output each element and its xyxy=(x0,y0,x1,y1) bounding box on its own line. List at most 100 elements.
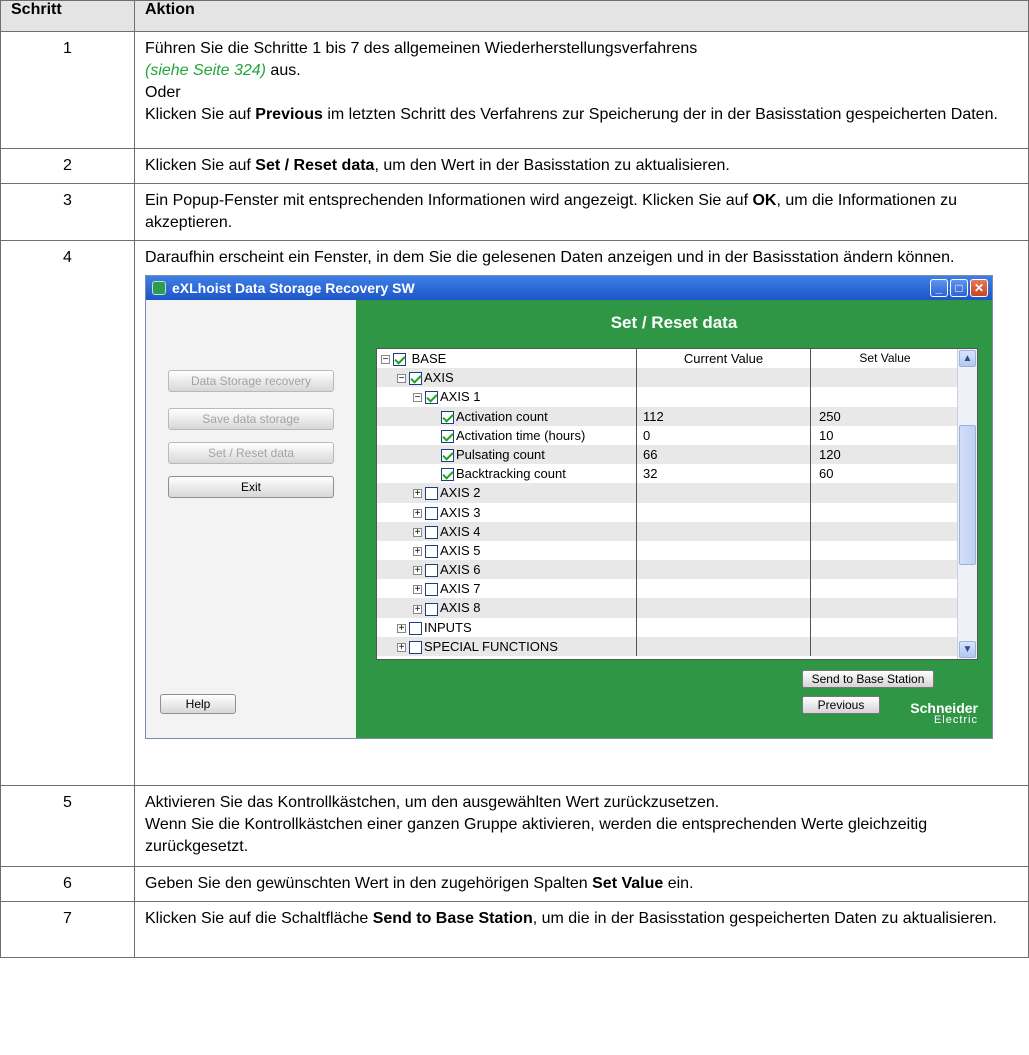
data-storage-recovery-button[interactable]: Data Storage recovery xyxy=(168,370,334,392)
save-data-storage-button[interactable]: Save data storage xyxy=(168,408,334,430)
step-keyword: Send to Base Station xyxy=(372,910,533,927)
set-value-cell[interactable] xyxy=(811,368,959,387)
checkbox[interactable] xyxy=(441,468,454,482)
collapse-icon[interactable]: − xyxy=(397,374,406,384)
grid-row: + AXIS 2 xyxy=(377,483,977,503)
step-action: Klicken Sie auf Set / Reset data, um den… xyxy=(134,148,1029,184)
tree-label: SPECIAL FUNCTIONS xyxy=(424,638,558,654)
maximize-icon[interactable]: □ xyxy=(950,279,968,297)
set-value-cell[interactable] xyxy=(811,637,959,656)
step-text: Klicken Sie auf xyxy=(145,157,256,174)
tree-label: AXIS 7 xyxy=(440,581,481,597)
tree-cell: + AXIS 8 xyxy=(377,598,637,618)
expand-icon[interactable]: + xyxy=(413,489,422,499)
step-text: , um den Wert in der Basisstation zu akt… xyxy=(374,157,730,174)
tree-label: INPUTS xyxy=(424,619,472,635)
step-action: Aktivieren Sie das Kontrollkästchen, um … xyxy=(134,785,1029,867)
checkbox[interactable] xyxy=(393,353,406,367)
set-value-cell[interactable]: 10 xyxy=(811,426,959,445)
set-value-cell[interactable] xyxy=(811,618,959,637)
step-number: 2 xyxy=(0,148,135,184)
set-value-cell[interactable] xyxy=(811,522,959,541)
step-text: Führen Sie die Schritte 1 bis 7 des allg… xyxy=(145,40,698,57)
checkbox[interactable] xyxy=(425,602,438,616)
checkbox[interactable] xyxy=(425,544,438,558)
expand-icon[interactable]: + xyxy=(413,585,422,595)
set-reset-data-button[interactable]: Set / Reset data xyxy=(168,442,334,464)
grid-row: + AXIS 5 xyxy=(377,540,977,561)
set-value-cell[interactable] xyxy=(811,483,959,502)
set-value-cell[interactable] xyxy=(811,579,959,598)
collapse-icon[interactable]: − xyxy=(381,355,390,365)
set-value-cell[interactable] xyxy=(811,560,959,579)
column-header-current: Current Value xyxy=(637,349,811,369)
grid-row: + AXIS 3 xyxy=(377,502,977,522)
step-text: Ein Popup-Fenster mit entsprechenden Inf… xyxy=(145,192,753,209)
expand-icon[interactable]: + xyxy=(413,604,422,614)
minimize-icon[interactable]: _ xyxy=(930,279,948,297)
close-icon[interactable]: ✕ xyxy=(970,279,988,297)
tree-cell: + AXIS 7 xyxy=(377,579,637,599)
tree-label: AXIS 5 xyxy=(440,542,481,558)
step-text: Wenn Sie die Kontrollkästchen einer ganz… xyxy=(145,816,928,855)
table-row: 3 Ein Popup-Fenster mit entsprechenden I… xyxy=(0,183,1029,241)
scroll-up-icon[interactable]: ▲ xyxy=(959,350,976,367)
checkbox[interactable] xyxy=(409,621,422,635)
expand-icon[interactable]: + xyxy=(413,527,422,537)
step-text: aus. xyxy=(265,62,301,79)
set-value-cell[interactable] xyxy=(811,387,959,406)
current-value-cell: 0 xyxy=(637,425,811,445)
checkbox[interactable] xyxy=(441,449,454,462)
current-value-cell xyxy=(637,579,811,599)
checkbox[interactable] xyxy=(425,564,438,578)
left-pane: Data Storage recovery Save data storage … xyxy=(146,300,356,738)
help-button[interactable]: Help xyxy=(160,694,236,714)
current-value-cell xyxy=(637,483,811,503)
expand-icon[interactable]: + xyxy=(413,546,422,556)
set-value-cell[interactable] xyxy=(811,598,959,617)
checkbox[interactable] xyxy=(425,506,438,520)
current-value-cell xyxy=(637,368,811,388)
tree-cell: + AXIS 6 xyxy=(377,560,637,580)
checkbox[interactable] xyxy=(425,391,438,405)
checkbox[interactable] xyxy=(425,583,438,597)
checkbox[interactable] xyxy=(409,640,422,654)
expand-icon[interactable]: + xyxy=(397,623,406,633)
tree-cell: Activation count xyxy=(377,406,637,426)
collapse-icon[interactable]: − xyxy=(413,393,422,403)
column-header-set: Set Value xyxy=(859,351,911,365)
previous-button[interactable]: Previous xyxy=(802,696,880,714)
expand-icon[interactable]: + xyxy=(413,566,422,576)
exit-button[interactable]: Exit xyxy=(168,476,334,498)
set-value-cell[interactable]: 60 xyxy=(811,464,959,483)
panel-title: Set / Reset data xyxy=(610,313,738,332)
scroll-thumb[interactable] xyxy=(959,425,976,565)
send-to-base-station-button[interactable]: Send to Base Station xyxy=(802,670,934,688)
set-value-cell[interactable]: 250 xyxy=(811,407,959,426)
expand-icon[interactable]: + xyxy=(413,508,422,518)
checkbox[interactable] xyxy=(441,410,454,424)
tree-cell: Pulsating count xyxy=(377,444,637,465)
set-value-cell[interactable]: 120 xyxy=(811,445,959,464)
window-controls: _ □ ✕ xyxy=(930,279,988,297)
header-action: Aktion xyxy=(134,0,1029,32)
tree-label: AXIS 6 xyxy=(440,562,481,578)
table-row: 6 Geben Sie den gewünschten Wert in den … xyxy=(0,866,1029,902)
grid-row: + SPECIAL FUNCTIONS xyxy=(377,636,977,656)
checkbox[interactable] xyxy=(425,525,438,539)
table-row: 4 Daraufhin erscheint ein Fenster, in de… xyxy=(0,240,1029,786)
tree-cell: + AXIS 5 xyxy=(377,540,637,561)
checkbox[interactable] xyxy=(409,372,422,386)
step-action: Klicken Sie auf die Schaltfläche Send to… xyxy=(134,901,1029,958)
expand-icon[interactable]: + xyxy=(397,642,406,652)
step-text: Daraufhin erscheint ein Fenster, in dem … xyxy=(145,249,955,266)
window-title: eXLhoist Data Storage Recovery SW xyxy=(172,280,415,296)
checkbox[interactable] xyxy=(441,429,454,443)
set-value-cell[interactable] xyxy=(811,541,959,560)
grid-row: + AXIS 4 xyxy=(377,521,977,541)
checkbox[interactable] xyxy=(425,487,438,501)
page-reference-link[interactable]: (siehe Seite 324) xyxy=(145,62,266,79)
vertical-scrollbar[interactable]: ▲ ▼ xyxy=(957,349,977,659)
set-value-cell[interactable] xyxy=(811,503,959,522)
scroll-down-icon[interactable]: ▼ xyxy=(959,641,976,658)
